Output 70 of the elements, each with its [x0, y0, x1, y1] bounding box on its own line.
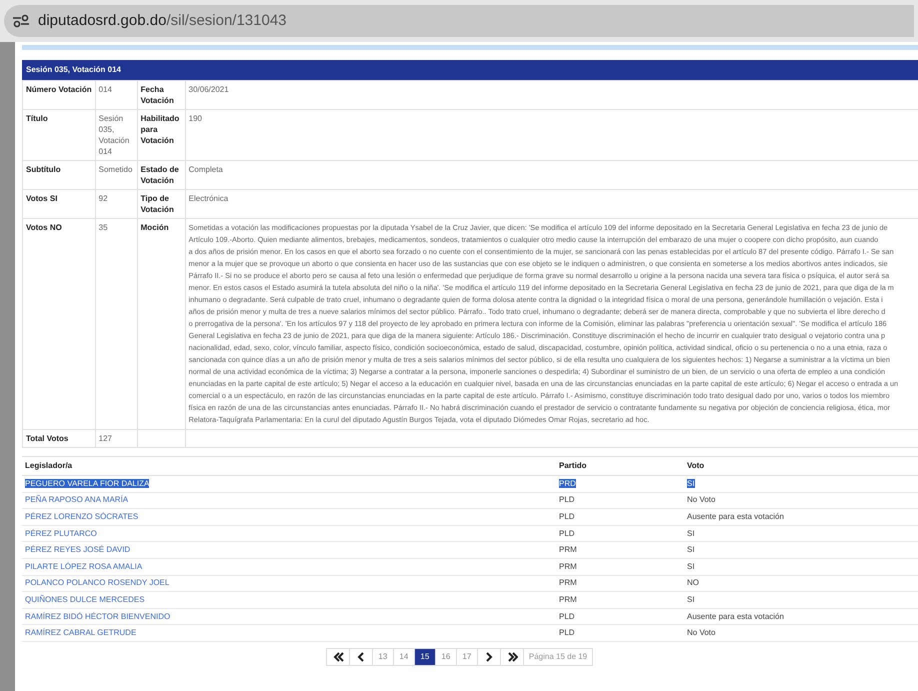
- party-text: PRM: [559, 562, 577, 571]
- field-label: Total Votos: [26, 433, 70, 444]
- party-text: PRM: [559, 594, 577, 604]
- page-button[interactable]: 17: [456, 648, 478, 666]
- vote-text: SI: [687, 594, 695, 604]
- site-settings-icon[interactable]: [12, 14, 30, 28]
- double-right-chevron-icon: [506, 650, 518, 663]
- vote-text: SI: [687, 562, 695, 571]
- field-value: 190: [188, 113, 203, 124]
- legislator-link[interactable]: PEÑA RAPOSO ANA MARÍA: [25, 495, 128, 504]
- field-value: Sesión 035, Votación 014: [98, 113, 130, 157]
- party-text: PRD: [559, 478, 576, 488]
- field-label: Votos NO: [26, 222, 63, 233]
- page-nav-button[interactable]: [348, 648, 373, 666]
- page-button[interactable]: 14: [392, 648, 415, 666]
- party-text: PLD: [559, 495, 575, 504]
- vote-text: No Voto: [687, 628, 716, 638]
- vote-text: SI: [687, 528, 695, 538]
- field-label: Estado de Votación: [140, 164, 180, 186]
- party-text: PLD: [559, 512, 575, 521]
- panel-header: Sesión 035, Votación 014: [22, 60, 918, 80]
- legislator-link[interactable]: PEGUERO VARELA FIOR DALIZA: [25, 478, 150, 488]
- party-text: PRM: [559, 578, 577, 588]
- page-button[interactable]: 13: [372, 648, 394, 666]
- field-label: Título: [26, 113, 49, 124]
- page-nav-button[interactable]: [500, 648, 524, 666]
- legislator-link[interactable]: PILARTE LÓPEZ ROSA AMALIA: [25, 562, 142, 571]
- vote-text: NO: [687, 578, 699, 588]
- party-text: PLD: [559, 612, 575, 621]
- vote-text: No Voto: [687, 495, 716, 504]
- page-button[interactable]: 16: [434, 648, 457, 666]
- legislator-link[interactable]: PÉREZ LORENZO SÓCRATES: [25, 512, 138, 521]
- field-label: Habilitado para Votación: [140, 113, 180, 146]
- legislator-link[interactable]: RAMÍREZ CABRAL GETRUDE: [25, 628, 136, 638]
- field-label: Tipo de Votación: [140, 193, 175, 215]
- legislator-link[interactable]: POLANCO POLANCO ROSENDY JOEL: [25, 578, 170, 588]
- field-label: Moción: [140, 222, 170, 233]
- legislator-link[interactable]: PÉREZ PLUTARCO: [25, 528, 97, 538]
- legislator-link[interactable]: QUIÑONES DULCE MERCEDES: [25, 594, 145, 604]
- field-label: Subtítulo: [26, 164, 62, 175]
- legislator-link[interactable]: PÉREZ REYES JOSÉ DAVID: [25, 545, 130, 554]
- legislator-link[interactable]: RAMÍREZ BIDÓ HÉCTOR BIENVENIDO: [25, 612, 170, 621]
- column-header: Partido: [559, 461, 587, 470]
- vote-text: SI: [687, 478, 695, 488]
- field-label: Votos SI: [26, 193, 58, 204]
- page-nav-button[interactable]: [326, 648, 350, 666]
- address-bar[interactable]: diputadosrd.gob.do/sil/sesion/131043: [4, 5, 914, 37]
- field-value: Completa: [188, 164, 224, 175]
- vote-text: Ausente para esta votación: [687, 612, 784, 621]
- party-text: PRM: [559, 545, 577, 554]
- url-text[interactable]: diputadosrd.gob.do/sil/sesion/131043: [38, 10, 287, 32]
- field-value: 014: [98, 84, 113, 95]
- field-value: 127: [98, 433, 113, 444]
- field-value: 35: [98, 222, 109, 233]
- vote-text: SI: [687, 545, 695, 554]
- field-value: Sometido: [98, 164, 134, 175]
- party-text: PLD: [559, 628, 575, 638]
- page-nav-button[interactable]: [476, 648, 501, 666]
- column-header: Legislador/a: [25, 461, 72, 470]
- field-label: Número Votación: [26, 84, 92, 95]
- field-label: Fecha Votación: [140, 84, 175, 106]
- column-header: Voto: [687, 461, 704, 470]
- field-value: 30/06/2021: [188, 84, 230, 95]
- vote-text: Ausente para esta votación: [687, 512, 784, 521]
- page-button[interactable]: 15: [414, 648, 436, 666]
- party-text: PLD: [559, 528, 575, 538]
- page-info: Página 15 de 19: [522, 648, 594, 666]
- field-value: Electrónica: [188, 193, 230, 204]
- field-value: 92: [98, 193, 109, 204]
- double-left-chevron-icon: [332, 650, 344, 663]
